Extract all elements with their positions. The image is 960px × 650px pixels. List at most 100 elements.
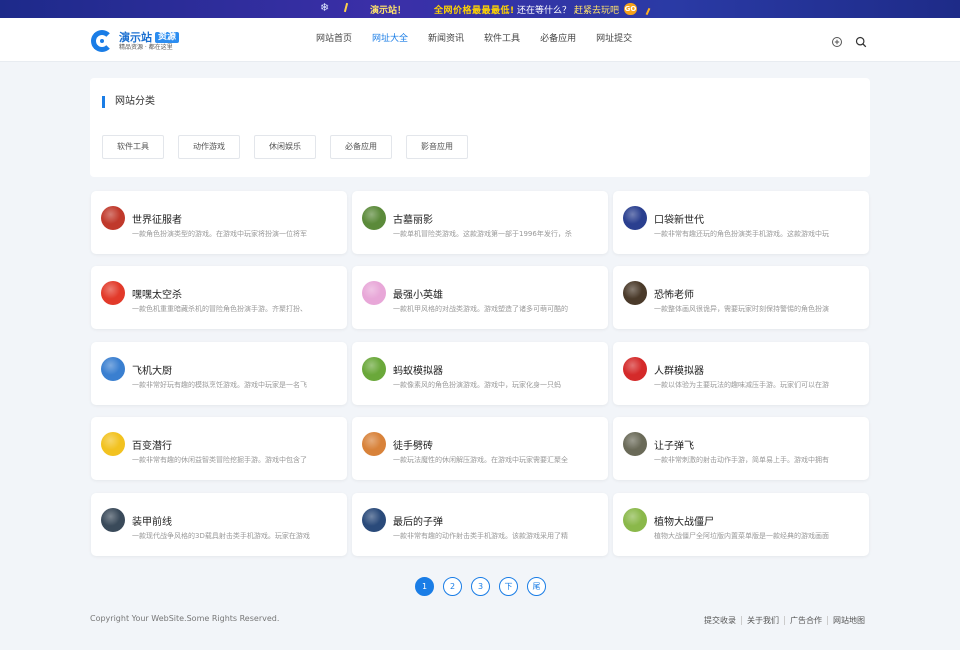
site-description: 一款整体画风很诡异，需要玩家时刻保持警惕的角色扮演 <box>654 305 829 313</box>
site-card[interactable]: 植物大战僵尸植物大战僵尸全阿垃版内置菜单版是一款经典的游戏画面 <box>613 493 869 556</box>
site-card[interactable]: 徒手劈砖一款玩法魔性的休闲解压游戏。在游戏中玩家需要汇聚全 <box>352 417 608 480</box>
logo-text: 演示站 资源 精品资源 · 都在这里 <box>119 30 180 51</box>
site-description: 一款机甲风格的对战类游戏。游戏塑造了诸多可萌可酷的 <box>393 305 568 313</box>
search-icon[interactable] <box>855 33 867 48</box>
spark-decoration <box>645 7 651 16</box>
site-name: 恐怖老师 <box>654 290 694 301</box>
page-button[interactable]: 3 <box>471 577 490 596</box>
site-card[interactable]: 口袋新世代一款非常有趣还玩的角色扮演类手机游戏。这款游戏中玩 <box>613 191 869 254</box>
site-name: 飞机大厨 <box>132 366 172 377</box>
site-description: 一款现代战争风格的3D载具射击类手机游戏。玩家在游戏 <box>132 532 310 540</box>
site-name: 百变潜行 <box>132 441 172 452</box>
site-description: 一款非常有趣还玩的角色扮演类手机游戏。这款游戏中玩 <box>654 230 829 238</box>
page-button[interactable]: 尾 <box>527 577 546 596</box>
site-avatar-icon <box>623 432 647 456</box>
site-card[interactable]: 最后的子弹 一款非常有趣的动作射击类手机游戏。该款游戏采用了精 <box>352 493 608 556</box>
site-name: 口袋新世代 <box>654 215 704 226</box>
category-button[interactable]: 休闲娱乐 <box>254 135 316 159</box>
site-card[interactable]: 人群模拟器 一款以体验为主要玩法的趣味减压手游。玩家们可以在游 <box>613 342 869 405</box>
logo-slogan: 精品资源 · 都在这里 <box>119 43 173 51</box>
category-button[interactable]: 必备应用 <box>330 135 392 159</box>
footer-links: 提交收录 关于我们 广告合作 网站地图 <box>704 616 870 625</box>
promo-go-badge[interactable]: GO <box>624 3 637 15</box>
site-description: 一款非常有趣的休闲益智类冒险挖掘手游。游戏中包含了 <box>132 456 307 464</box>
site-description: 一款像素风的角色扮演游戏。游戏中，玩家化身一只蚂 <box>393 381 561 389</box>
pagination: 123下尾 <box>415 577 555 596</box>
site-logo[interactable]: 演示站 资源 精品资源 · 都在这里 <box>91 29 180 53</box>
site-description: 一款以体验为主要玩法的趣味减压手游。玩家们可以在游 <box>654 381 829 389</box>
logo-name: 演示站 <box>119 30 152 44</box>
category-button[interactable]: 软件工具 <box>102 135 164 159</box>
category-panel-title: 网站分类 <box>102 96 155 108</box>
site-card[interactable]: 恐怖老师一款整体画风很诡异，需要玩家时刻保持警惕的角色扮演 <box>613 266 869 329</box>
site-avatar-icon <box>101 281 125 305</box>
spark-decoration <box>343 2 349 13</box>
site-avatar-icon <box>623 206 647 230</box>
site-avatar-icon <box>362 508 386 532</box>
site-name: 装甲前线 <box>132 517 172 528</box>
site-name: 嘿嘿太空杀 <box>132 290 182 301</box>
site-description: 一款非常刺激的射击动作手游，简单易上手。游戏中拥有 <box>654 456 829 464</box>
promo-text-wait: 还在等什么？ <box>517 6 572 16</box>
site-avatar-icon <box>101 508 125 532</box>
main-nav: 网站首页 网址大全 新闻资讯 软件工具 必备应用 网址提交 <box>306 18 642 62</box>
site-avatar-icon <box>362 357 386 381</box>
nav-item-1[interactable]: 网站首页 <box>306 18 362 62</box>
nav-item-2[interactable]: 网址大全 <box>362 18 418 62</box>
category-button[interactable]: 影音应用 <box>406 135 468 159</box>
site-avatar-icon <box>623 357 647 381</box>
promo-text-play: 赶紧去玩吧 <box>574 6 620 16</box>
nav-item-6[interactable]: 网址提交 <box>586 18 642 62</box>
site-card[interactable]: 让子弹飞一款非常刺激的射击动作手游，简单易上手。游戏中拥有 <box>613 417 869 480</box>
logo-c-icon <box>91 30 113 52</box>
site-card[interactable]: 飞机大厨 一款非常好玩有趣的模拟烹饪游戏。游戏中玩家是一名飞 <box>91 342 347 405</box>
category-list: 软件工具 动作游戏 休闲娱乐 必备应用 影音应用 <box>102 135 482 159</box>
nav-item-3[interactable]: 新闻资讯 <box>418 18 474 62</box>
site-card[interactable]: 百变潜行一款非常有趣的休闲益智类冒险挖掘手游。游戏中包含了 <box>91 417 347 480</box>
site-description: 植物大战僵尸全阿垃版内置菜单版是一款经典的游戏画面 <box>654 532 829 540</box>
site-name: 让子弹飞 <box>654 441 694 452</box>
site-name: 世界征服者 <box>132 215 182 226</box>
footer-link[interactable]: 关于我们 <box>741 616 784 625</box>
footer-link[interactable]: 网站地图 <box>827 616 870 625</box>
footer-link[interactable]: 提交收录 <box>704 616 741 625</box>
site-name: 植物大战僵尸 <box>654 517 714 528</box>
page-button[interactable]: 1 <box>415 577 434 596</box>
copyright-text: Copyright Your WebSite.Some Rights Reser… <box>90 614 280 623</box>
site-card[interactable]: 最强小英雄一款机甲风格的对战类游戏。游戏塑造了诸多可萌可酷的 <box>352 266 608 329</box>
nav-item-5[interactable]: 必备应用 <box>530 18 586 62</box>
site-name: 蚂蚁模拟器 <box>393 366 443 377</box>
promo-text-price: 全网价格最最最低! <box>434 6 515 16</box>
logo-name-row: 演示站 资源 <box>119 30 180 44</box>
plus-circle-icon[interactable] <box>831 33 843 47</box>
site-avatar-icon <box>623 281 647 305</box>
promo-banner[interactable]: ❄ 演示站！ 全网价格最最最低! 还在等什么？ 赶紧去玩吧 GO <box>0 0 960 18</box>
site-card[interactable]: 蚂蚁模拟器一款像素风的角色扮演游戏。游戏中，玩家化身一只蚂 <box>352 342 608 405</box>
site-avatar-icon <box>623 508 647 532</box>
site-description: 一款角色扮演类型的游戏。在游戏中玩家将扮演一位将军 <box>132 230 307 238</box>
site-card[interactable]: 古墓丽影 一款单机冒险类游戏。这款游戏第一部于1996年发行，杀 <box>352 191 608 254</box>
site-description: 一款单机冒险类游戏。这款游戏第一部于1996年发行，杀 <box>393 230 572 238</box>
site-avatar-icon <box>101 432 125 456</box>
nav-item-4[interactable]: 软件工具 <box>474 18 530 62</box>
page-button[interactable]: 2 <box>443 577 462 596</box>
site-card[interactable]: 世界征服者一款角色扮演类型的游戏。在游戏中玩家将扮演一位将军 <box>91 191 347 254</box>
site-name: 最强小英雄 <box>393 290 443 301</box>
site-avatar-icon <box>362 432 386 456</box>
site-description: 一款非常有趣的动作射击类手机游戏。该款游戏采用了精 <box>393 532 568 540</box>
site-description: 一款玩法魔性的休闲解压游戏。在游戏中玩家需要汇聚全 <box>393 456 568 464</box>
site-avatar-icon <box>362 281 386 305</box>
site-avatar-icon <box>362 206 386 230</box>
page-button[interactable]: 下 <box>499 577 518 596</box>
site-card[interactable]: 嘿嘿太空杀一款色机重重暗藏杀机的冒险角色扮演手游。齐聚打扮、 <box>91 266 347 329</box>
footer-link[interactable]: 广告合作 <box>784 616 827 625</box>
site-header: 演示站 资源 精品资源 · 都在这里 网站首页 网址大全 新闻资讯 软件工具 必备应用网… <box>0 18 960 62</box>
snowflake-icon: ❄ <box>320 1 330 14</box>
category-panel: 网站分类 软件工具 动作游戏 休闲娱乐 必备应用 影音应用 <box>90 78 870 177</box>
site-name: 徒手劈砖 <box>393 441 433 452</box>
site-avatar-icon <box>101 357 125 381</box>
site-card[interactable]: 装甲前线一款现代战争风格的3D载具射击类手机游戏。玩家在游戏 <box>91 493 347 556</box>
site-description: 一款色机重重暗藏杀机的冒险角色扮演手游。齐聚打扮、 <box>132 305 307 313</box>
site-avatar-icon <box>101 206 125 230</box>
category-button[interactable]: 动作游戏 <box>178 135 240 159</box>
